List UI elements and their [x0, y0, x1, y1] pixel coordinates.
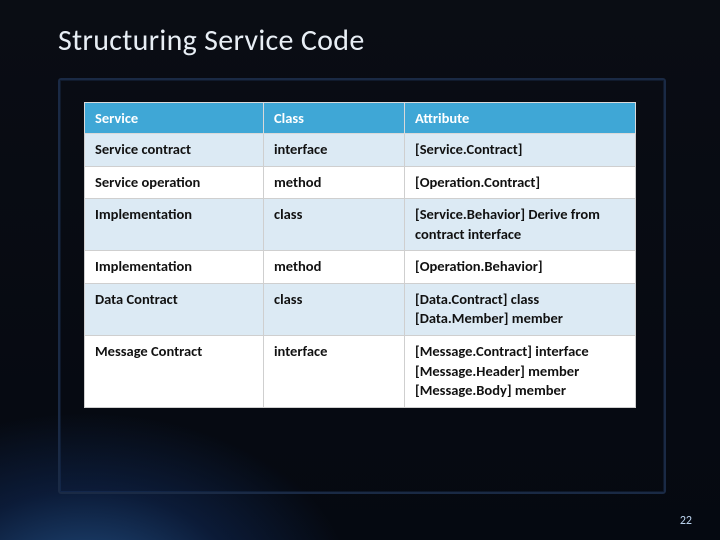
cell-attribute: [Operation.Behavior]: [405, 251, 636, 284]
table-row: Data Contract class [Data.Contract] clas…: [85, 283, 636, 335]
page-number: 22: [680, 514, 692, 528]
cell-service: Implementation: [85, 251, 264, 284]
cell-service: Service operation: [85, 166, 264, 199]
cell-attribute: [Data.Contract] class [Data.Member] memb…: [405, 283, 636, 335]
table-row: Service operation method [Operation.Cont…: [85, 166, 636, 199]
cell-service: Message Contract: [85, 335, 264, 407]
service-table: Service Class Attribute Service contract…: [84, 102, 636, 408]
page-title: Structuring Service Code: [0, 0, 720, 59]
cell-attribute: [Service.Contract]: [405, 134, 636, 167]
cell-class: class: [264, 283, 405, 335]
cell-attribute: [Operation.Contract]: [405, 166, 636, 199]
cell-class: class: [264, 199, 405, 251]
cell-class: interface: [264, 335, 405, 407]
cell-attribute: [Service.Behavior] Derive from contract …: [405, 199, 636, 251]
slide: Structuring Service Code Service Class A…: [0, 0, 720, 540]
col-header-service: Service: [85, 103, 264, 134]
cell-class: method: [264, 251, 405, 284]
cell-class: interface: [264, 134, 405, 167]
table-row: Message Contract interface [Message.Cont…: [85, 335, 636, 407]
cell-service: Service contract: [85, 134, 264, 167]
col-header-attribute: Attribute: [405, 103, 636, 134]
table-row: Implementation method [Operation.Behavio…: [85, 251, 636, 284]
cell-class: method: [264, 166, 405, 199]
table-row: Service contract interface [Service.Cont…: [85, 134, 636, 167]
cell-service: Implementation: [85, 199, 264, 251]
cell-service: Data Contract: [85, 283, 264, 335]
cell-attribute: [Message.Contract] interface [Message.He…: [405, 335, 636, 407]
table-header-row: Service Class Attribute: [85, 103, 636, 134]
col-header-class: Class: [264, 103, 405, 134]
table-row: Implementation class [Service.Behavior] …: [85, 199, 636, 251]
